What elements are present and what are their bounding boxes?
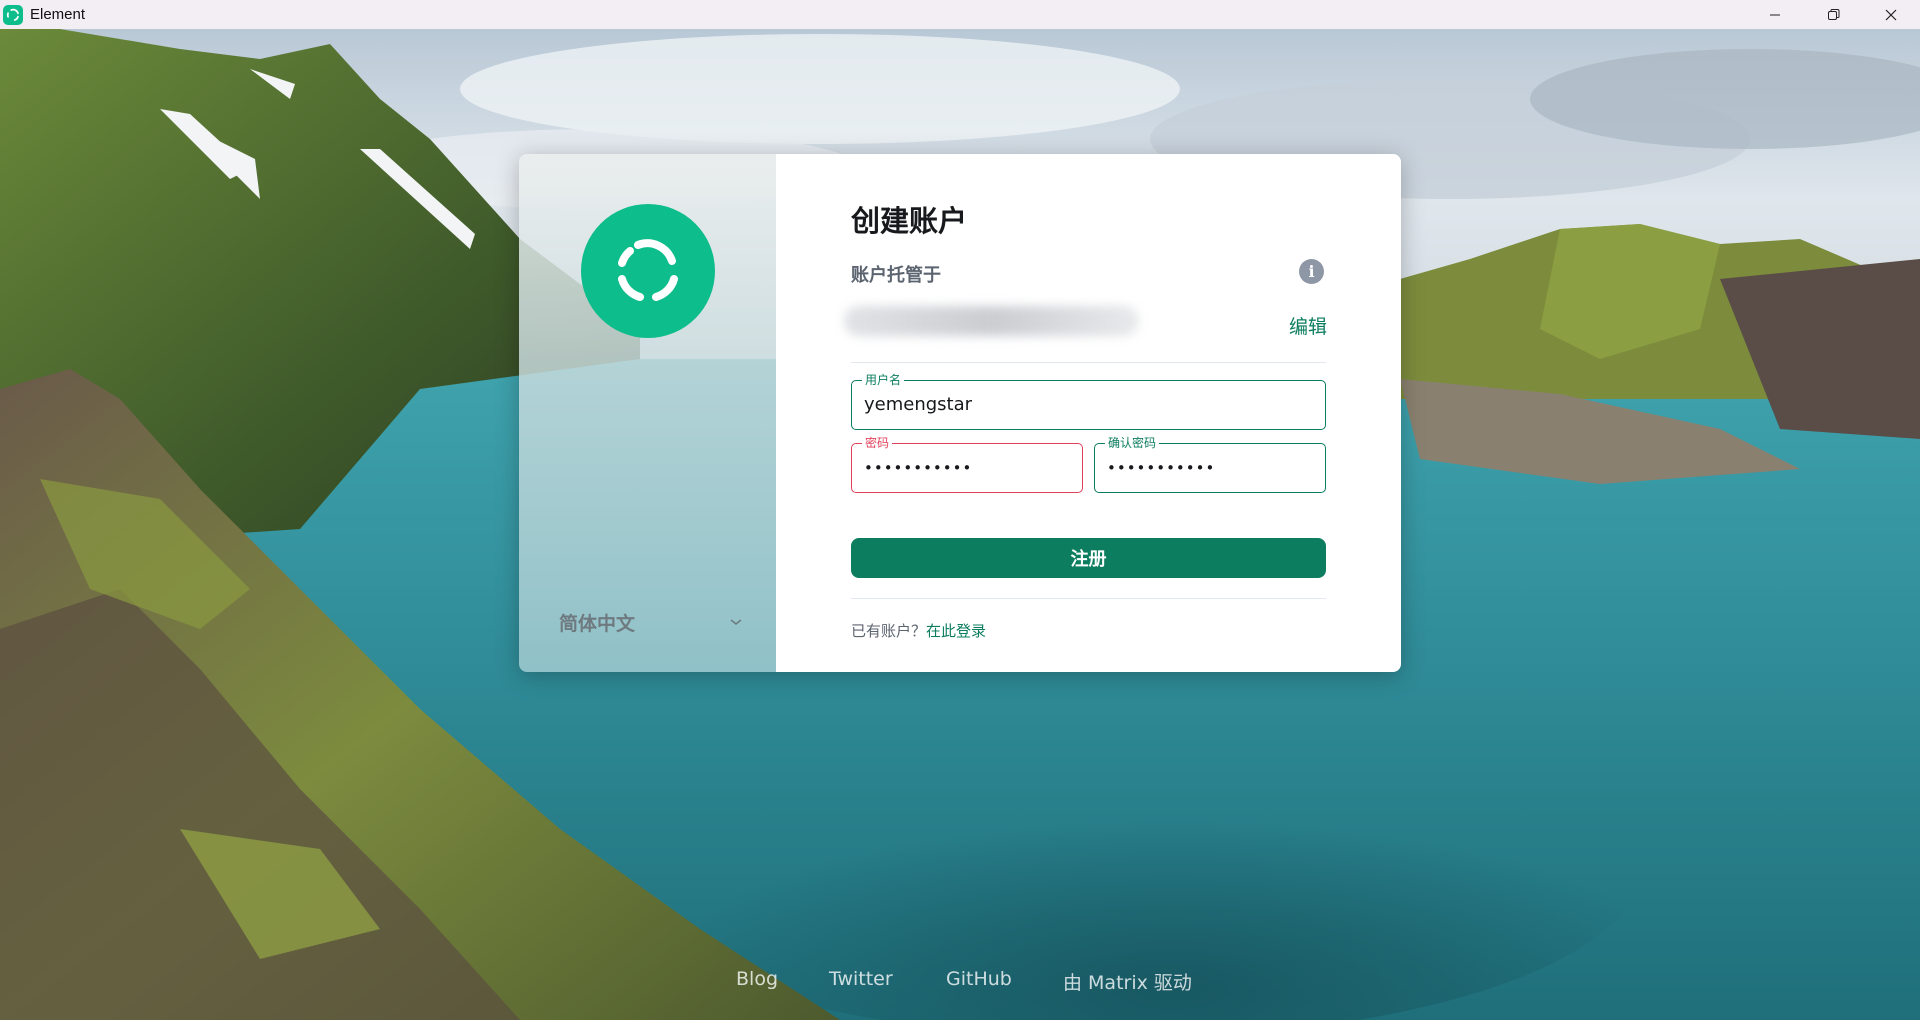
element-app-icon bbox=[3, 4, 23, 25]
footer-link-twitter[interactable]: Twitter bbox=[829, 968, 893, 990]
homeserver-label: 账户托管于 bbox=[851, 265, 941, 286]
element-logo-icon bbox=[618, 239, 678, 301]
login-link[interactable]: 在此登录 bbox=[926, 622, 986, 640]
info-icon[interactable]: i bbox=[1299, 259, 1324, 284]
footer-link-matrix[interactable]: 由 Matrix 驱动 bbox=[1063, 968, 1192, 995]
restore-button[interactable] bbox=[1804, 0, 1862, 29]
close-button[interactable] bbox=[1862, 0, 1920, 29]
restore-icon bbox=[1827, 9, 1839, 20]
confirm-password-input[interactable]: ••••••••••• bbox=[1107, 444, 1313, 492]
homeserver-name-redacted bbox=[844, 306, 1139, 336]
language-selector[interactable]: 简体中文 bbox=[559, 606, 743, 638]
edit-homeserver-link[interactable]: 编辑 bbox=[1289, 312, 1327, 339]
login-prompt: 已有账户？在此登录 bbox=[851, 620, 986, 641]
password-input[interactable]: ••••••••••• bbox=[864, 444, 1070, 492]
username-field[interactable]: 用户名 yemengstar bbox=[851, 373, 1326, 430]
footer-link-blog[interactable]: Blog bbox=[736, 968, 778, 990]
chevron-down-icon bbox=[730, 619, 742, 626]
dialog-side-panel: 简体中文 bbox=[519, 154, 776, 672]
have-account-text: 已有账户？ bbox=[851, 622, 927, 640]
element-logo bbox=[581, 204, 715, 338]
registration-dialog: 简体中文 创建账户 账户托管于 i 编辑 用户名 yemengstar 密码 •… bbox=[519, 154, 1401, 672]
minimize-icon bbox=[1770, 14, 1780, 15]
password-field[interactable]: 密码 ••••••••••• bbox=[851, 436, 1083, 493]
title-bar: Element bbox=[0, 0, 1920, 29]
window-title: Element bbox=[30, 6, 86, 23]
divider bbox=[851, 598, 1326, 599]
window-controls bbox=[1746, 0, 1920, 29]
divider bbox=[851, 362, 1326, 363]
close-icon bbox=[1885, 9, 1897, 20]
minimize-button[interactable] bbox=[1746, 0, 1804, 29]
confirm-password-field[interactable]: 确认密码 ••••••••••• bbox=[1094, 436, 1326, 493]
page-title: 创建账户 bbox=[851, 204, 968, 238]
username-input[interactable]: yemengstar bbox=[864, 381, 1313, 429]
language-label: 简体中文 bbox=[559, 612, 636, 635]
footer-link-github[interactable]: GitHub bbox=[946, 968, 1012, 990]
dialog-form-panel: 创建账户 账户托管于 i 编辑 用户名 yemengstar 密码 ••••••… bbox=[776, 154, 1401, 672]
register-button[interactable]: 注册 bbox=[851, 538, 1326, 578]
